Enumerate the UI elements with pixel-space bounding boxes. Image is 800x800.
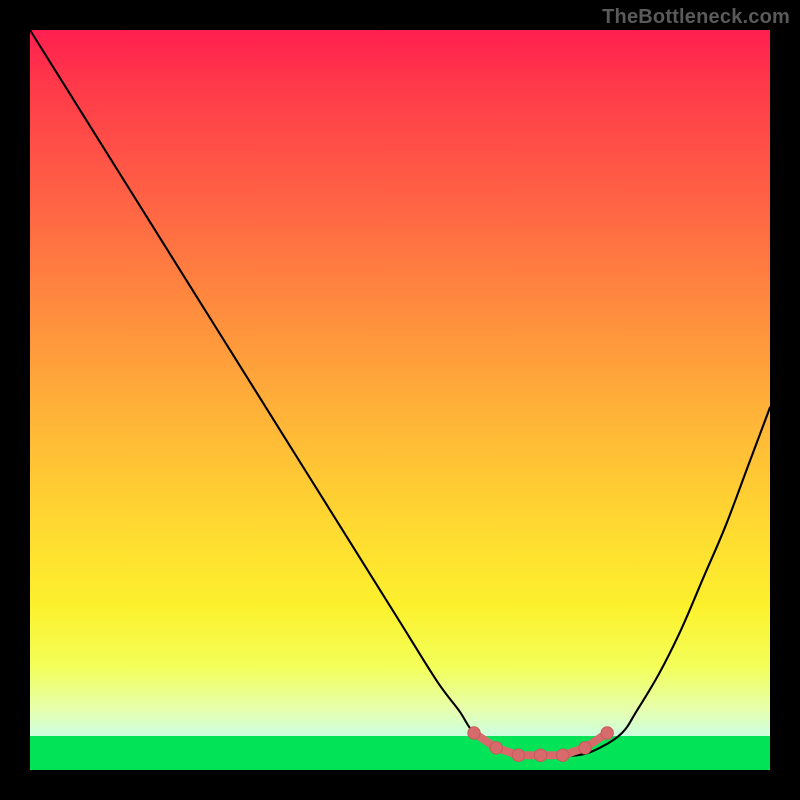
- optimal-range-marker: [512, 749, 524, 761]
- optimal-range-marker: [579, 742, 591, 754]
- bottleneck-curve-path: [30, 30, 770, 756]
- optimal-range-marker: [601, 727, 613, 739]
- optimal-range-marker: [468, 727, 480, 739]
- optimal-range-marker-group: [468, 727, 614, 762]
- optimal-range-marker: [534, 749, 546, 761]
- chart-frame: TheBottleneck.com: [0, 0, 800, 800]
- optimal-range-marker: [557, 749, 569, 761]
- watermark-text: TheBottleneck.com: [602, 6, 790, 29]
- plot-area: [30, 30, 770, 770]
- optimal-range-marker: [490, 742, 502, 754]
- curve-svg-layer: [30, 30, 770, 770]
